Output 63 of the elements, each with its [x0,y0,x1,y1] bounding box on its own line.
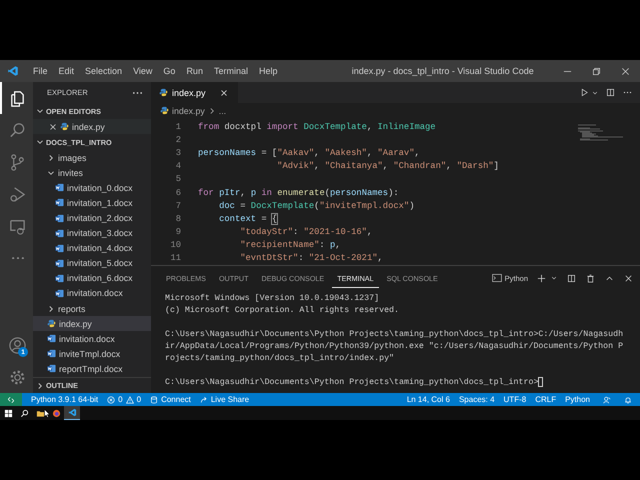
live-share-button[interactable]: Live Share [200,395,250,404]
file-tree-item[interactable]: invitation_4.docx [33,240,151,256]
code-line: context = { [218,214,278,224]
code-line: personNames = ["Aakav", "Aakesh", "Aarav", [198,148,420,158]
line-number: 10 [169,240,181,250]
code-line: for pItr, p in enumerate(personNames): [198,188,399,198]
terminal-line: ir/AppData/Local/Programs/Python/Python39/python.exe "c:/Users/Nagasudhir/Documents/Python P [165,342,624,350]
editor-tab[interactable]: index.py [151,82,238,103]
line-number: 6 [174,188,181,198]
file-tree-item[interactable]: reports [33,301,151,316]
terminal-line: C:\Users\Nagasudhir\Documents\Python Projects\taming_python\docs_tpl_intro> [165,378,538,386]
file-tree-item[interactable]: reportTmpl.docx [33,361,151,376]
menu-item[interactable]: Edit [54,66,80,76]
file-tree-item[interactable]: invitation_5.docx [33,256,151,271]
breadcrumb-item[interactable]: ... [218,106,226,116]
menu-item[interactable]: Help [254,66,282,76]
menu-item[interactable]: Run [181,66,208,76]
terminal-line: Microsoft Windows [Version 10.0.19043.1237] [165,294,380,302]
menu-item[interactable]: View [128,66,158,76]
window-title: index.py - docs_tpl_intro - Visual Studio Code [350,66,535,76]
file-tree-item[interactable]: invitation_3.docx [33,226,151,241]
file-tree-item[interactable]: invitation_2.docx [33,210,151,226]
menu-item[interactable]: Go [158,66,180,76]
code-line: "evntDtStr": "21-Oct-2021", [239,253,383,264]
status-item[interactable]: Ln 14, Col 6 [406,395,450,404]
file-tree-item[interactable]: invitation_6.docx [33,270,151,286]
terminal-line: rojects/taming_python/docs_tpl_intro/index.py" [165,354,394,362]
code-line: from docxtpl import DocxTemplate, InlineImage [198,122,436,132]
menu-item[interactable]: Selection [80,66,128,76]
line-number: 9 [174,227,181,238]
line-number: 7 [174,200,181,211]
file-tree-item[interactable]: images [33,150,151,166]
line-number: 5 [174,174,181,184]
code-line: "todayStr": "2021-10-16", [239,227,372,238]
code-line: "recipientName": p, [239,240,341,250]
file-tree-item[interactable]: invitation_1.docx [33,195,151,210]
menu-item[interactable]: File [28,66,53,76]
breadcrumb-item[interactable]: index.py [172,106,205,116]
python-interpreter[interactable]: Python 3.9.1 64-bit [31,395,98,404]
connect-button[interactable]: Connect [150,395,191,404]
line-number: 4 [174,161,181,172]
menu-item[interactable]: Terminal [208,66,253,76]
line-number: 2 [174,134,181,145]
problems-indicator[interactable]: 0 0 [107,395,142,404]
file-tree-item[interactable]: invitation.docx [33,331,151,346]
open-editor-item[interactable]: index.py [33,119,151,134]
line-number: 8 [174,214,181,224]
file-tree-item[interactable]: inviteTmpl.docx [33,346,151,362]
terminal-line: C:\Users\Nagasudhir\Documents\Python Projects\taming_python\docs_tpl_intro>C:/Users/Nagasudh [165,330,624,338]
file-tree-item[interactable]: index.py [33,316,151,332]
code-line: "Advik", "Chaitanya", "Chandran", "Darsh"] [276,161,499,172]
line-number: 11 [169,253,181,264]
file-tree-item[interactable]: invitation_0.docx [33,180,151,196]
status-item[interactable]: Python [565,395,590,404]
status-item[interactable]: UTF-8 [504,395,526,404]
status-item[interactable]: CRLF [535,395,556,404]
file-tree-item[interactable]: invites [33,165,151,180]
status-item[interactable]: Spaces: 4 [458,395,495,404]
code-line: doc = DocxTemplate("inviteTmpl.docx") [218,200,414,211]
file-tree-item[interactable]: invitation.docx [33,286,151,302]
line-number: 1 [174,122,181,132]
terminal-line: (c) Microsoft Corporation. All rights reserved. [165,306,400,314]
line-number: 3 [174,148,181,158]
